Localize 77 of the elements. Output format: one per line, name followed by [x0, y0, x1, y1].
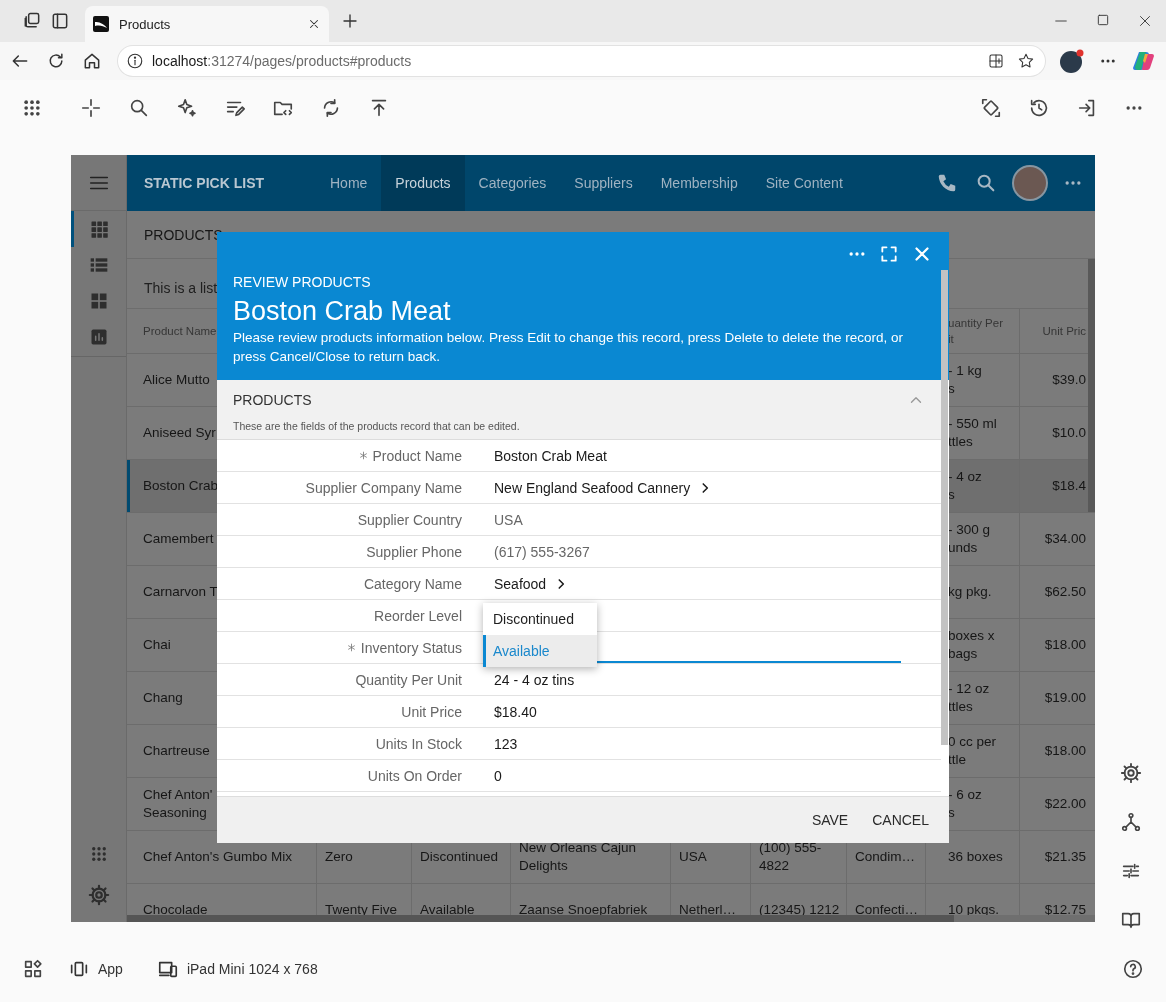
vertical-scrollbar[interactable] — [1088, 259, 1095, 512]
apps-icon[interactable] — [22, 98, 42, 118]
nodes-icon[interactable] — [1119, 811, 1142, 833]
field-value: 0 — [494, 767, 502, 784]
history-icon[interactable] — [1028, 97, 1050, 119]
help-icon[interactable] — [1122, 958, 1144, 980]
field-label: Category Name — [363, 575, 462, 592]
lookup-link[interactable]: New England Seafood Cannery — [494, 479, 691, 496]
field-value: $18.40 — [494, 703, 537, 720]
widgets-icon[interactable] — [22, 958, 44, 980]
field-label: Supplier Country — [357, 511, 462, 528]
browser-tab[interactable]: Products — [85, 6, 329, 42]
home-icon[interactable] — [82, 51, 102, 71]
field-label: Units In Stock — [375, 735, 462, 752]
field-label: Product Name — [372, 447, 462, 464]
search-icon[interactable] — [975, 172, 997, 194]
app-brand: STATIC PICK LIST — [144, 175, 265, 191]
column-header: Unit Pric — [1041, 324, 1087, 339]
info-icon — [126, 52, 144, 70]
nav-link[interactable]: Site Content — [751, 155, 857, 211]
swoosh-logo-icon — [93, 16, 109, 32]
star-icon[interactable] — [1017, 52, 1035, 70]
lookup-link[interactable]: Seafood — [494, 575, 547, 592]
field-label: Reorder Level — [374, 607, 462, 624]
dialog-eyebrow: REVIEW PRODUCTS — [233, 273, 372, 291]
nav-link[interactable]: Membership — [646, 155, 752, 211]
field-label: Inventory Status — [360, 639, 462, 656]
category-title: PRODUCTS — [233, 392, 312, 408]
nav-link[interactable]: Products — [381, 155, 465, 211]
field-label: Units On Order — [367, 767, 462, 784]
nav-link[interactable]: Categories — [464, 155, 561, 211]
field-value: (617) 555-3267 — [494, 543, 590, 560]
table-cell-text: $19.00 — [1043, 689, 1087, 707]
table-cell-text: $18.00 — [1043, 742, 1087, 760]
dropdown-option[interactable]: Discontinued — [483, 603, 597, 635]
table-cell-text: $22.00 — [1043, 795, 1087, 813]
field-label: Unit Price — [401, 703, 462, 720]
field-value: 123 — [494, 735, 518, 752]
table-cell-text: $34.00 — [1043, 530, 1087, 548]
field-label: Quantity Per Unit — [355, 671, 462, 688]
table-cell-text: $12.75 — [1043, 901, 1087, 919]
fullscreen-icon[interactable] — [879, 244, 899, 264]
toolbar-title: PRODUCTS — [144, 226, 223, 243]
table-cell-text: $62.50 — [1043, 583, 1087, 601]
sparkle-icon[interactable] — [176, 97, 198, 119]
nav-link[interactable]: Home — [316, 155, 382, 211]
field-value: Boston Crab Meat — [494, 447, 607, 464]
device-label[interactable]: iPad Mini 1024 x 768 — [186, 961, 318, 977]
dialog-scrollbar[interactable] — [941, 270, 948, 745]
table-cell-text: $21.35 — [1043, 848, 1087, 866]
table-cell-text: $39.0 — [1051, 371, 1087, 389]
search-icon[interactable] — [128, 97, 150, 119]
tab-actions-icon[interactable] — [50, 11, 70, 31]
address-field[interactable]: localhost:31274/pages/products#products — [118, 46, 1045, 76]
settings-icon[interactable] — [1119, 762, 1142, 784]
horizontal-scrollbar[interactable] — [127, 915, 1095, 922]
avatar[interactable] — [1059, 48, 1085, 74]
phone-icon[interactable] — [936, 172, 958, 194]
field-value: USA — [494, 511, 523, 528]
maximize-icon[interactable] — [1095, 12, 1111, 28]
nav-link[interactable]: Suppliers — [560, 155, 647, 211]
crosshair-icon[interactable] — [80, 97, 102, 119]
swirl-logo-icon[interactable] — [1131, 49, 1155, 73]
close-icon[interactable] — [307, 17, 321, 31]
mode-label[interactable]: App — [98, 961, 123, 977]
split-screen-icon[interactable] — [987, 52, 1005, 70]
table-cell-text: $18.4 — [1051, 477, 1087, 495]
workspaces-icon[interactable] — [22, 11, 42, 31]
table-cell-text: $10.0 — [1051, 424, 1087, 442]
new-tab-icon[interactable] — [341, 12, 359, 30]
field-value: 24 - 4 oz tins — [494, 671, 575, 688]
field-label: Supplier Phone — [366, 543, 462, 560]
rotate-icon[interactable] — [980, 97, 1002, 119]
list-icon — [88, 255, 109, 275]
list-description: This is a list — [144, 279, 218, 296]
tab-title: Products — [119, 16, 172, 32]
table-cell-text: $18.00 — [1043, 636, 1087, 654]
